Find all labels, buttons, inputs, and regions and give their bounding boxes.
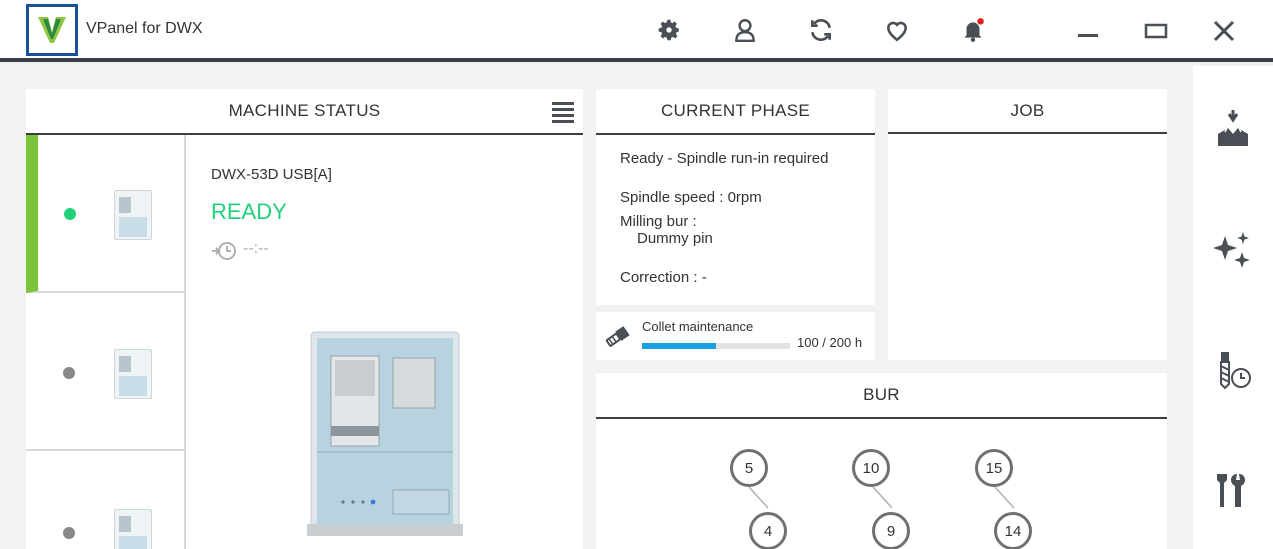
job-title: JOB [1010,100,1045,120]
heart-icon[interactable] [882,15,912,45]
bur-slot[interactable]: 14 [994,512,1032,549]
bur-slot[interactable]: 5 [730,449,768,487]
bur-slot[interactable]: 10 [852,449,890,487]
menu-icon[interactable] [552,101,574,123]
current-phase-title: CURRENT PHASE [660,101,811,120]
collet-progress-fill [642,343,716,349]
sparkle-icon[interactable] [1211,228,1255,272]
machine-thumbnail [114,509,152,549]
job-panel: JOB [888,89,1167,360]
status-dot [63,367,75,379]
bur-panel: BUR 5 10 15 4 9 14 [596,373,1167,549]
status-dot [63,527,75,539]
collet-progress-bar [642,343,790,349]
bur-slot[interactable]: 15 [975,449,1013,487]
correction: Correction : - [620,269,707,286]
minimize-button[interactable] [1070,16,1106,46]
current-phase-panel: CURRENT PHASE Ready - Spindle run-in req… [596,89,875,305]
milling-icon[interactable] [1211,106,1255,150]
title-bar: VPanel for DWX [0,0,1273,62]
milling-bur-value: Dummy pin [637,230,713,247]
machine-list-item[interactable] [26,293,186,451]
close-button[interactable] [1206,16,1242,46]
collet-maintenance-panel[interactable]: Collet maintenance 100 / 200 h [596,312,875,360]
machine-status-header: MACHINE STATUS [26,89,583,135]
right-sidebar [1193,66,1273,549]
status-dot [64,208,76,220]
maximize-button[interactable] [1138,16,1174,46]
bur-slot[interactable]: 9 [872,512,910,549]
gear-icon[interactable] [654,15,684,45]
collet-label: Collet maintenance [642,319,754,334]
app-logo [26,4,78,56]
spindle-speed: Spindle speed : 0rpm [620,189,762,206]
bur-timer-icon[interactable] [1211,348,1255,392]
machine-list-item[interactable] [26,135,186,293]
tools-icon[interactable] [1211,468,1255,512]
user-icon[interactable] [730,15,760,45]
bell-icon[interactable] [958,15,988,45]
machine-status-title: MACHINE STATUS [228,101,381,120]
bur-slot[interactable]: 4 [749,512,787,549]
machine-thumbnail [114,349,152,399]
collet-icon [603,321,633,351]
current-phase-header: CURRENT PHASE [596,89,875,135]
machine-image [307,330,463,536]
milling-bur-label: Milling bur : [620,213,697,230]
machine-time: --:-- [243,240,269,257]
collet-hours: 100 / 200 h [797,335,863,350]
clock-icon [211,240,237,262]
machine-thumbnail [114,190,152,240]
machine-status-panel: MACHINE STATUS DWX-53D USB[A] READY --:-… [26,89,583,549]
phase-status: Ready - Spindle run-in required [620,150,829,167]
app-title: VPanel for DWX [86,20,203,37]
machine-state: READY [211,199,287,224]
machine-list-item[interactable] [26,451,186,549]
machine-name: DWX-53D USB[A] [211,166,332,183]
refresh-icon[interactable] [806,15,836,45]
job-header: JOB [888,89,1167,134]
